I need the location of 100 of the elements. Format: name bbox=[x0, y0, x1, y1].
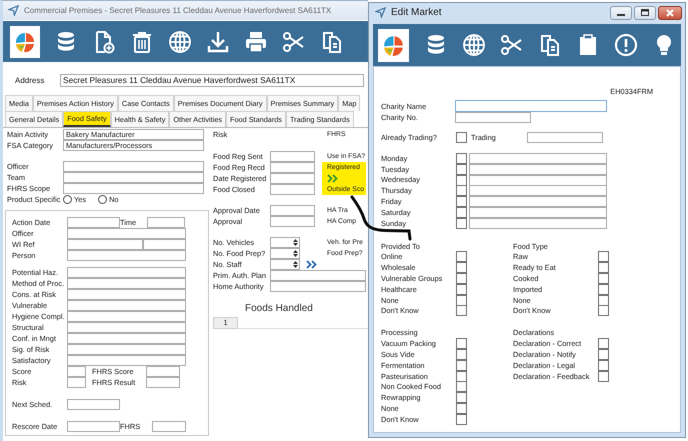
checkbox[interactable] bbox=[598, 360, 609, 371]
spin-arrows-icon[interactable] bbox=[293, 249, 298, 258]
input-field[interactable] bbox=[67, 333, 186, 344]
checkbox[interactable] bbox=[598, 349, 609, 360]
input-field[interactable] bbox=[67, 311, 186, 322]
trash-icon[interactable] bbox=[130, 30, 154, 54]
checkbox[interactable] bbox=[456, 370, 467, 382]
checkbox[interactable] bbox=[456, 392, 467, 404]
checkbox[interactable] bbox=[456, 262, 467, 274]
checkbox[interactable] bbox=[456, 284, 467, 295]
input-field[interactable] bbox=[146, 377, 180, 388]
checkbox[interactable] bbox=[456, 132, 467, 143]
input-field[interactable] bbox=[469, 185, 607, 196]
checkbox[interactable] bbox=[456, 174, 467, 186]
input-field[interactable] bbox=[63, 161, 204, 172]
checkbox[interactable] bbox=[456, 381, 467, 392]
input-field[interactable] bbox=[270, 173, 315, 184]
input-field[interactable] bbox=[146, 366, 180, 377]
input-field[interactable] bbox=[469, 174, 607, 186]
close-button[interactable] bbox=[658, 6, 682, 20]
input-field[interactable] bbox=[63, 183, 204, 194]
input-field[interactable] bbox=[143, 239, 186, 250]
alert-icon[interactable] bbox=[614, 33, 638, 57]
checkbox[interactable] bbox=[598, 305, 609, 316]
checkbox[interactable] bbox=[598, 251, 609, 262]
checkbox[interactable] bbox=[456, 349, 467, 360]
scissors-icon[interactable] bbox=[282, 30, 306, 54]
input-field[interactable] bbox=[455, 100, 607, 112]
logo-icon[interactable] bbox=[10, 26, 40, 58]
spin-arrows-icon[interactable] bbox=[293, 238, 298, 247]
spin-box[interactable] bbox=[270, 237, 300, 248]
checkbox[interactable] bbox=[456, 305, 467, 316]
input-field[interactable] bbox=[469, 206, 607, 218]
checkbox[interactable] bbox=[456, 414, 467, 425]
checkbox[interactable] bbox=[598, 284, 609, 295]
double-chevron-icon[interactable] bbox=[327, 174, 338, 183]
checkbox[interactable] bbox=[456, 403, 467, 414]
input-field[interactable] bbox=[270, 281, 366, 292]
input-field[interactable] bbox=[469, 196, 607, 208]
copy-icon[interactable] bbox=[320, 30, 344, 54]
input-field[interactable] bbox=[67, 377, 86, 388]
input-field[interactable] bbox=[67, 278, 186, 289]
copy-icon[interactable] bbox=[538, 33, 562, 57]
input-field[interactable] bbox=[67, 250, 186, 261]
globe-icon[interactable] bbox=[462, 33, 486, 57]
input-field[interactable] bbox=[67, 355, 186, 366]
spin-box[interactable] bbox=[270, 248, 300, 259]
input-field[interactable] bbox=[469, 152, 607, 164]
checkbox[interactable] bbox=[456, 360, 467, 371]
input-field[interactable] bbox=[270, 216, 315, 227]
input-field[interactable] bbox=[67, 217, 120, 228]
input-field[interactable] bbox=[469, 164, 607, 175]
printer-icon[interactable] bbox=[244, 30, 268, 54]
input-field[interactable] bbox=[270, 205, 315, 216]
address-field[interactable]: Secret Pleasures 11 Cleddau Avenue Haverfordwest SA611TX bbox=[60, 74, 364, 86]
input-field[interactable] bbox=[152, 421, 186, 432]
input-field[interactable] bbox=[270, 270, 366, 281]
input-field[interactable] bbox=[67, 399, 120, 410]
download-icon[interactable] bbox=[206, 30, 230, 54]
spin-box[interactable] bbox=[270, 259, 300, 270]
checkbox[interactable] bbox=[598, 370, 609, 382]
double-chevron-icon[interactable] bbox=[306, 260, 317, 269]
input-field[interactable] bbox=[270, 151, 315, 162]
checkbox[interactable] bbox=[456, 251, 467, 262]
globe-icon[interactable] bbox=[168, 30, 192, 54]
input-field[interactable] bbox=[67, 344, 186, 355]
spin-arrows-icon[interactable] bbox=[293, 260, 298, 269]
scissors-icon[interactable] bbox=[500, 33, 524, 57]
logo-icon[interactable] bbox=[377, 28, 410, 62]
checkbox[interactable] bbox=[456, 152, 467, 164]
checkbox[interactable] bbox=[456, 218, 467, 229]
input-field[interactable] bbox=[67, 239, 143, 250]
input-field[interactable] bbox=[67, 267, 186, 278]
checkbox[interactable] bbox=[456, 338, 467, 350]
checkbox[interactable] bbox=[456, 185, 467, 196]
checkbox[interactable] bbox=[456, 294, 467, 306]
checkbox[interactable] bbox=[598, 294, 609, 306]
input-field[interactable] bbox=[63, 172, 204, 183]
checkbox[interactable] bbox=[456, 164, 467, 175]
input-field[interactable] bbox=[67, 322, 186, 333]
checkbox[interactable] bbox=[456, 273, 467, 284]
input-field[interactable] bbox=[67, 366, 86, 377]
input-field[interactable] bbox=[67, 300, 186, 311]
input-field[interactable] bbox=[270, 162, 315, 173]
input-field[interactable] bbox=[147, 217, 185, 228]
checkbox[interactable] bbox=[598, 262, 609, 274]
checkbox[interactable] bbox=[456, 206, 467, 218]
input-field[interactable] bbox=[527, 132, 603, 143]
input-field[interactable] bbox=[67, 289, 186, 300]
maximize-button[interactable] bbox=[634, 6, 656, 20]
input-field[interactable] bbox=[469, 218, 607, 229]
minimize-button[interactable] bbox=[610, 6, 632, 20]
checkbox[interactable] bbox=[598, 273, 609, 284]
input-field[interactable] bbox=[270, 184, 315, 195]
checkbox[interactable] bbox=[598, 338, 609, 350]
input-field[interactable] bbox=[455, 112, 531, 123]
window-title: Edit Market bbox=[391, 7, 442, 18]
checkbox[interactable] bbox=[456, 196, 467, 208]
input-field[interactable] bbox=[67, 228, 186, 239]
input-field[interactable] bbox=[67, 421, 120, 432]
